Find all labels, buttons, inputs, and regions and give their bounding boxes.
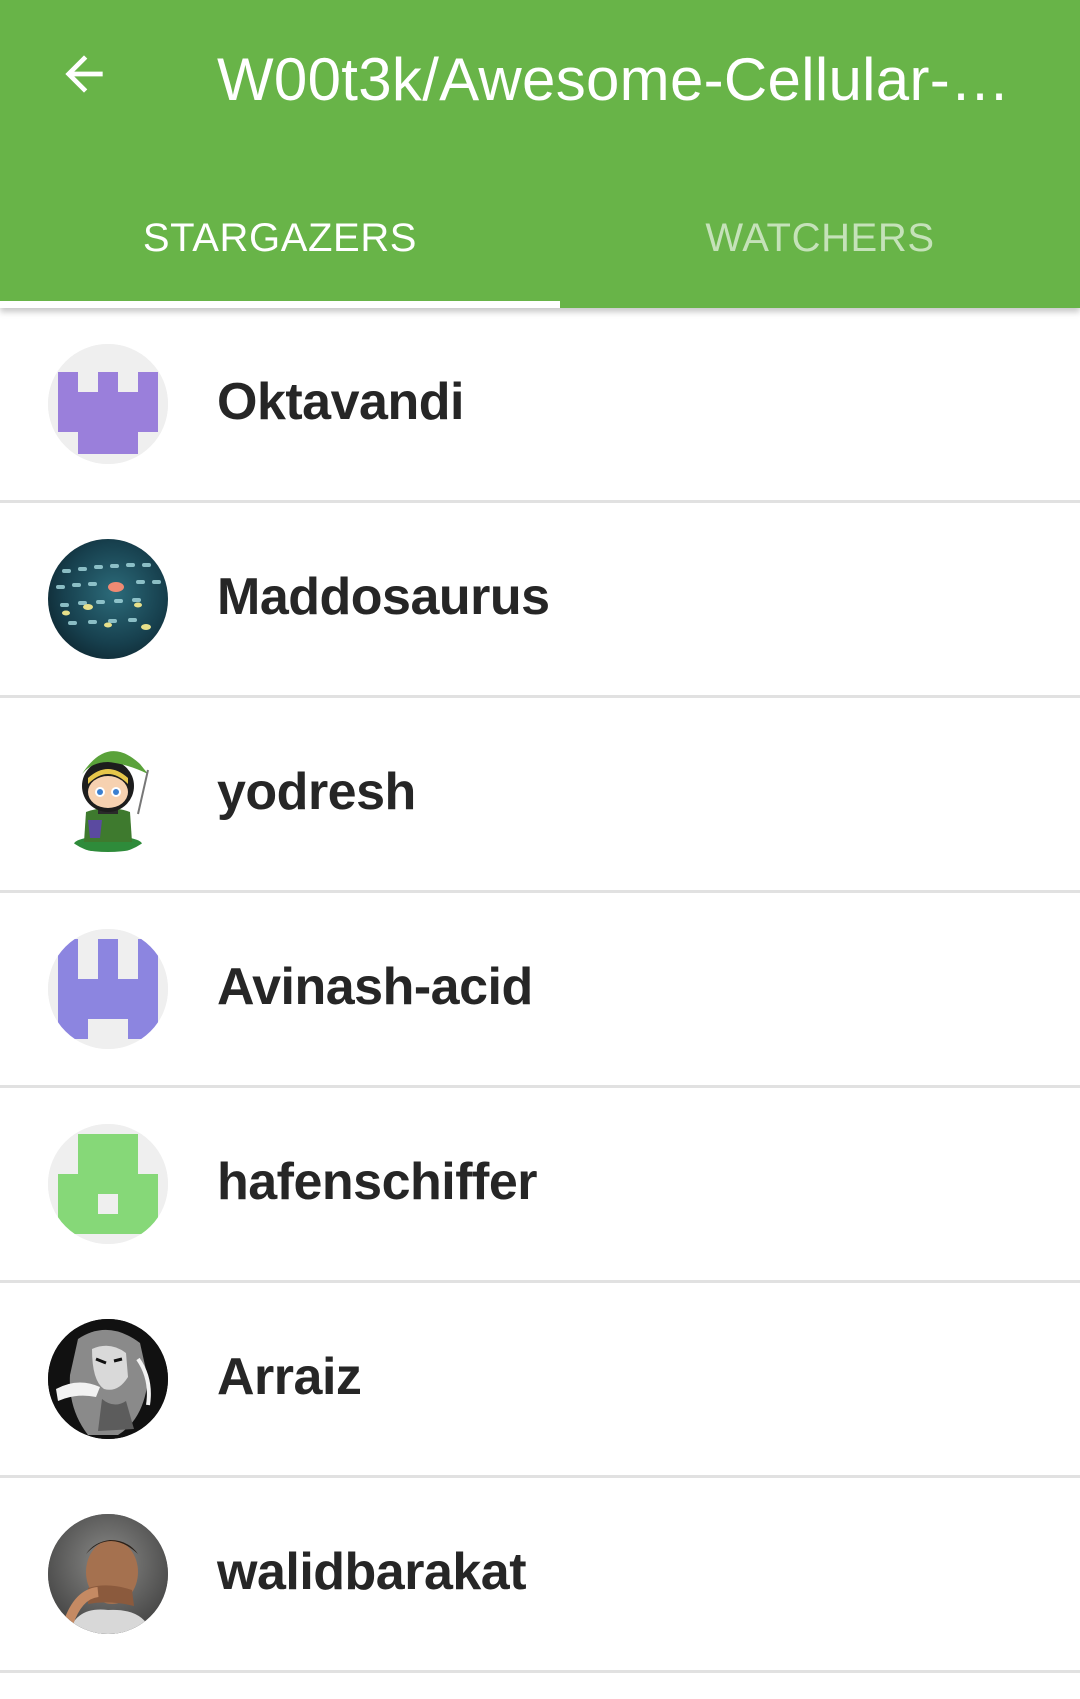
tab-stargazers[interactable]: STARGAZERS [0,190,560,308]
list-item[interactable]: hafenschiffer [0,1088,1080,1283]
back-button[interactable] [44,34,124,114]
list-item[interactable]: walidbarakat [0,1478,1080,1673]
bw-drawing-avatar [48,1319,168,1439]
avatar [48,539,168,659]
list-item[interactable]: Arraiz [0,1283,1080,1478]
link-octocat-avatar [48,734,168,854]
username: Avinash-acid [217,958,533,1016]
arrow-back-icon [65,55,103,93]
tab-indicator [0,301,560,308]
username: Maddosaurus [217,568,550,626]
identicon-blue-purple-icon [48,929,168,1049]
avatar [48,1319,168,1439]
keyboard-photo-avatar [48,539,168,659]
page-title: W00t3k/Awesome-Cellular-H... [217,46,1037,113]
list-item[interactable]: Maddosaurus [0,503,1080,698]
username: walidbarakat [217,1543,527,1601]
app-bar: W00t3k/Awesome-Cellular-H... STARGAZERS … [0,0,1080,308]
username: Oktavandi [217,373,464,431]
identicon-purple-icon [48,344,168,464]
avatar [48,1124,168,1244]
avatar [48,1514,168,1634]
list-item[interactable]: Oktavandi [0,308,1080,503]
avatar [48,344,168,464]
username: hafenschiffer [217,1153,538,1211]
username: Arraiz [217,1348,362,1406]
tab-label: STARGAZERS [142,216,418,260]
tab-watchers[interactable]: WATCHERS [560,190,1080,308]
stargazers-screen: W00t3k/Awesome-Cellular-H... STARGAZERS … [0,0,1080,1699]
avatar [48,734,168,854]
avatar [48,929,168,1049]
username: yodresh [217,763,416,821]
person-photo-avatar [48,1514,168,1634]
toolbar: W00t3k/Awesome-Cellular-H... [0,0,1080,162]
identicon-green-icon [48,1124,168,1244]
list-item[interactable]: yodresh [0,698,1080,893]
stargazer-list: Oktavandi Maddosaurus yodresh Avinash-ac… [0,308,1080,1673]
tab-label: WATCHERS [705,216,935,260]
list-item[interactable]: Avinash-acid [0,893,1080,1088]
tab-bar: STARGAZERS WATCHERS [0,190,1080,308]
